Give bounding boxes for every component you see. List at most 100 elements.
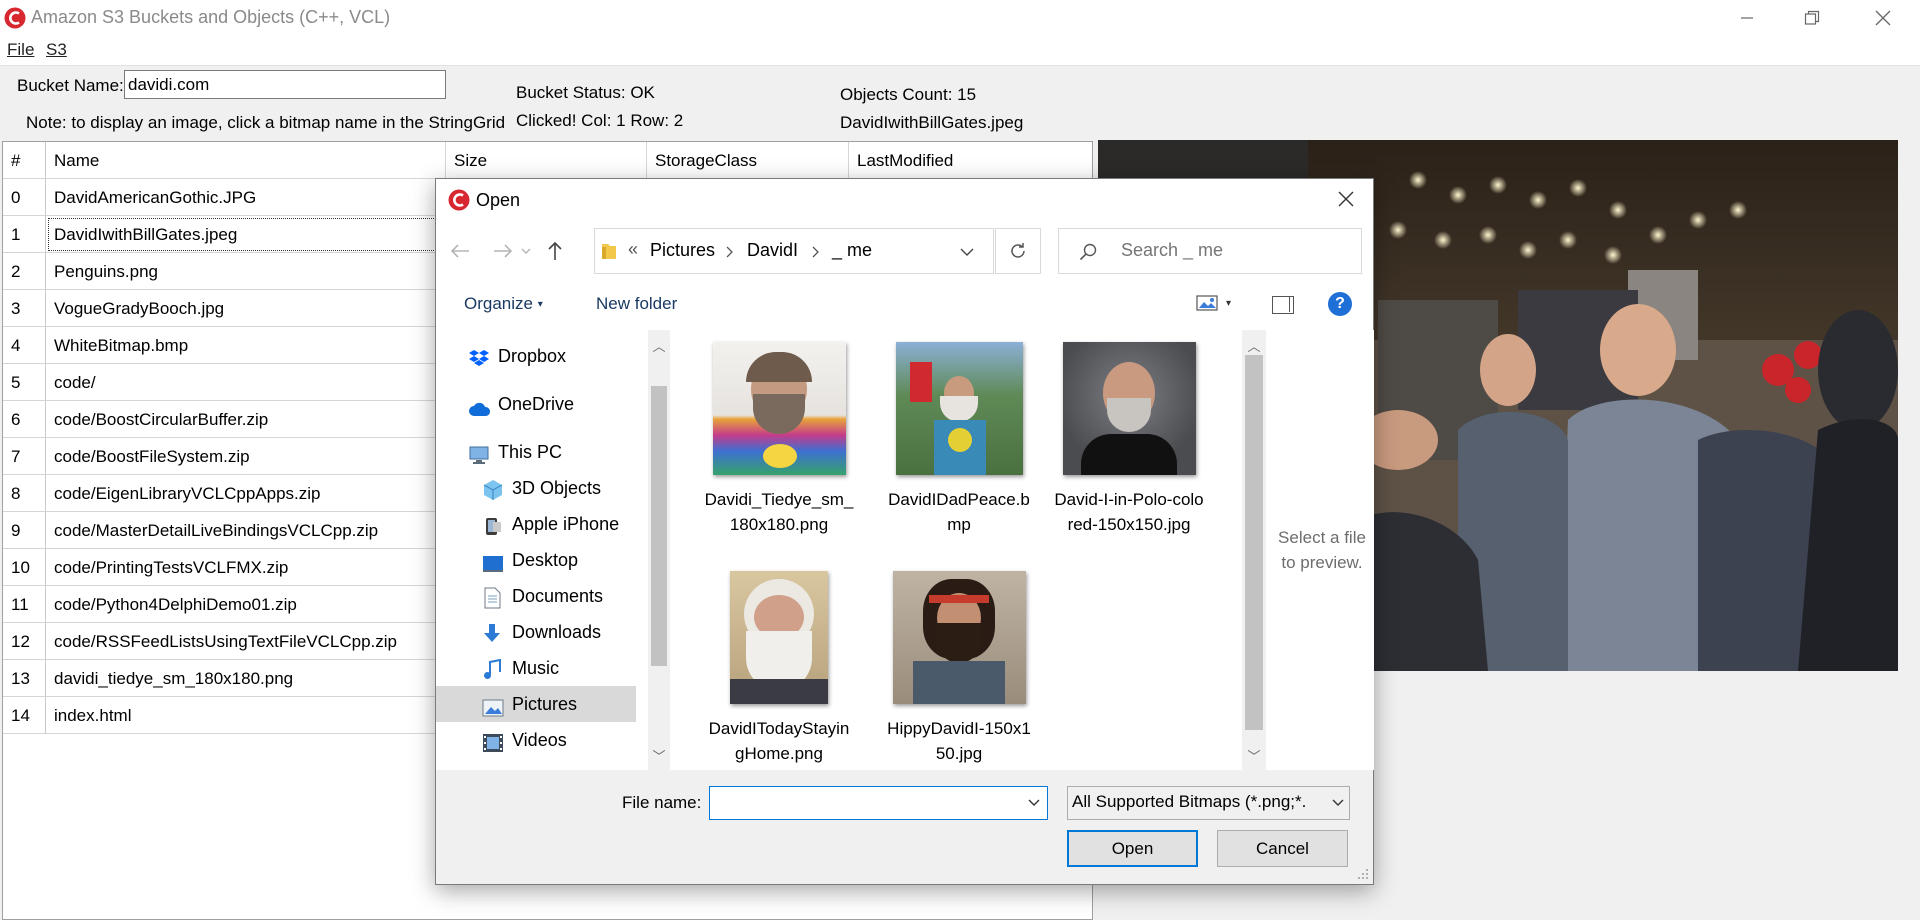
- minimize-button[interactable]: [1712, 0, 1782, 36]
- up-button[interactable]: [540, 231, 570, 271]
- table-cell[interactable]: index.html: [46, 697, 446, 734]
- table-cell[interactable]: 4: [3, 327, 46, 364]
- view-options-button[interactable]: ▾: [1196, 295, 1231, 311]
- table-cell[interactable]: 0: [3, 179, 46, 216]
- file-scrollbar[interactable]: ︿ ﹀: [1242, 330, 1266, 770]
- nav-item[interactable]: Music: [436, 650, 636, 686]
- scroll-up-icon[interactable]: ︿: [648, 334, 670, 356]
- file-name-field[interactable]: [714, 791, 1014, 815]
- table-cell[interactable]: 10: [3, 549, 46, 586]
- table-cell[interactable]: davidi_tiedye_sm_180x180.png: [46, 660, 446, 697]
- file-item[interactable]: DavidIDadPeace.bmp: [884, 342, 1034, 537]
- search-input[interactable]: [1119, 239, 1349, 262]
- restore-button[interactable]: [1777, 0, 1847, 36]
- dialog-close-button[interactable]: [1326, 183, 1366, 215]
- nav-item-label: Music: [512, 658, 560, 678]
- organize-button[interactable]: Organize ▾: [464, 294, 543, 314]
- table-cell[interactable]: code/: [46, 364, 446, 401]
- table-cell[interactable]: code/RSSFeedListsUsingTextFileVCLCpp.zip: [46, 623, 446, 660]
- table-cell[interactable]: VogueGradyBooch.jpg: [46, 290, 446, 327]
- nav-item-label: Pictures: [512, 694, 578, 714]
- bucket-name-input[interactable]: [124, 70, 446, 99]
- resize-grip-icon[interactable]: [1354, 865, 1370, 881]
- nav-scroll-thumb[interactable]: [651, 386, 667, 666]
- recent-locations-button[interactable]: [516, 231, 536, 271]
- table-cell[interactable]: 13: [3, 660, 46, 697]
- chevron-right-icon: [812, 246, 819, 258]
- table-cell[interactable]: 12: [3, 623, 46, 660]
- desktop-icon: [482, 550, 504, 572]
- table-cell[interactable]: code/Python4DelphiDemo01.zip: [46, 586, 446, 623]
- scroll-up-icon[interactable]: ︿: [1243, 334, 1265, 356]
- scroll-down-icon[interactable]: ﹀: [1243, 744, 1265, 766]
- table-cell[interactable]: code/PrintingTestsVCLFMX.zip: [46, 549, 446, 586]
- table-cell[interactable]: 5: [3, 364, 46, 401]
- table-cell[interactable]: 1: [3, 216, 46, 253]
- grid-header-cell[interactable]: Name: [46, 142, 446, 179]
- nav-item[interactable]: Pictures: [436, 686, 636, 722]
- menu-file[interactable]: File: [7, 40, 34, 60]
- table-cell[interactable]: 9: [3, 512, 46, 549]
- nav-item-label: This PC: [498, 442, 563, 462]
- table-cell[interactable]: 8: [3, 475, 46, 512]
- file-item[interactable]: David-I-in-Polo-colored-150x150.jpg: [1054, 342, 1204, 537]
- new-folder-button[interactable]: New folder: [596, 294, 677, 314]
- menu-s3[interactable]: S3: [46, 40, 67, 60]
- grid-header-cell[interactable]: #: [3, 142, 46, 179]
- table-cell[interactable]: DavidIwithBillGates.jpeg: [46, 216, 446, 253]
- table-cell[interactable]: DavidAmericanGothic.JPG: [46, 179, 446, 216]
- file-name-input[interactable]: [709, 786, 1048, 820]
- file-item[interactable]: HippyDavidI-150x150.jpg: [884, 571, 1034, 766]
- breadcrumb-me[interactable]: _ me: [832, 240, 872, 261]
- address-divider: [993, 229, 994, 273]
- table-cell[interactable]: code/EigenLibraryVCLCppApps.zip: [46, 475, 446, 512]
- table-cell[interactable]: 14: [3, 697, 46, 734]
- file-item[interactable]: DavidITodayStayingHome.png: [704, 571, 854, 766]
- nav-item[interactable]: Documents: [436, 578, 636, 614]
- grid-header-cell[interactable]: StorageClass: [647, 142, 849, 179]
- nav-item[interactable]: Apple iPhone: [436, 506, 636, 542]
- table-cell[interactable]: code/MasterDetailLiveBindingsVCLCpp.zip: [46, 512, 446, 549]
- preview-pane-button[interactable]: [1272, 296, 1294, 314]
- refresh-button[interactable]: [995, 228, 1041, 274]
- nav-item[interactable]: Dropbox: [436, 338, 636, 374]
- nav-item-label: Dropbox: [498, 346, 567, 366]
- address-overflow[interactable]: «: [628, 239, 638, 260]
- table-cell[interactable]: 6: [3, 401, 46, 438]
- nav-item[interactable]: 3D Objects: [436, 470, 636, 506]
- search-box[interactable]: [1058, 228, 1362, 274]
- nav-scrollbar[interactable]: ︿ ﹀: [648, 330, 670, 770]
- table-cell[interactable]: code/BoostFileSystem.zip: [46, 438, 446, 475]
- table-cell[interactable]: 7: [3, 438, 46, 475]
- table-cell[interactable]: 3: [3, 290, 46, 327]
- table-cell[interactable]: 2: [3, 253, 46, 290]
- file-list[interactable]: Davidi_Tiedye_sm_180x180.png DavidIDadPe…: [674, 330, 1274, 770]
- open-button[interactable]: Open: [1067, 830, 1198, 867]
- back-button[interactable]: [445, 231, 475, 271]
- file-name: DavidIDadPeace.bmp: [888, 490, 1030, 534]
- breadcrumb-pictures[interactable]: Pictures: [650, 240, 715, 261]
- grid-header-cell[interactable]: LastModified: [849, 142, 1092, 179]
- table-cell[interactable]: code/BoostCircularBuffer.zip: [46, 401, 446, 438]
- table-cell[interactable]: 11: [3, 586, 46, 623]
- window-title: Amazon S3 Buckets and Objects (C++, VCL): [31, 7, 391, 27]
- table-cell[interactable]: Penguins.png: [46, 253, 446, 290]
- file-type-select[interactable]: All Supported Bitmaps (*.png;*.: [1067, 786, 1350, 820]
- chevron-down-icon[interactable]: [1028, 799, 1040, 807]
- nav-item[interactable]: Desktop: [436, 542, 636, 578]
- close-window-button[interactable]: [1848, 0, 1918, 36]
- file-scroll-thumb[interactable]: [1245, 355, 1263, 730]
- grid-header-cell[interactable]: Size: [446, 142, 647, 179]
- nav-item[interactable]: Videos: [436, 722, 636, 758]
- scroll-down-icon[interactable]: ﹀: [648, 744, 670, 766]
- breadcrumb-davidi[interactable]: DavidI: [747, 240, 798, 261]
- nav-item[interactable]: This PC: [436, 434, 636, 470]
- address-bar[interactable]: « Pictures DavidI _ me: [594, 228, 994, 274]
- table-cell[interactable]: WhiteBitmap.bmp: [46, 327, 446, 364]
- forward-button[interactable]: [488, 231, 518, 271]
- file-item[interactable]: Davidi_Tiedye_sm_180x180.png: [704, 342, 854, 537]
- nav-item[interactable]: OneDrive: [436, 386, 636, 422]
- help-icon[interactable]: ?: [1328, 292, 1352, 316]
- nav-item[interactable]: Downloads: [436, 614, 636, 650]
- cancel-button[interactable]: Cancel: [1217, 830, 1348, 867]
